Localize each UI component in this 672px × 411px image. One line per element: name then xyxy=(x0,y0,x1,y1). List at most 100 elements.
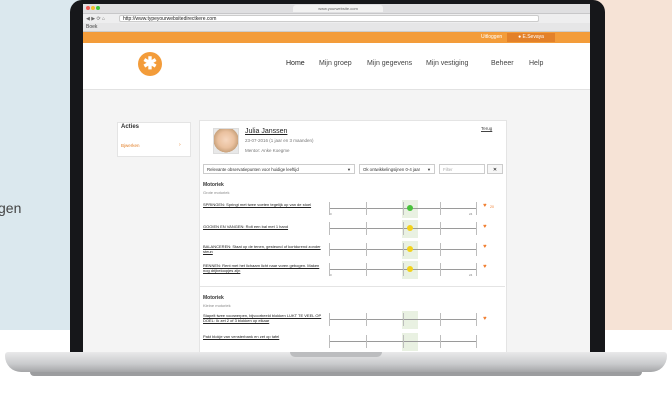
scale-tick xyxy=(366,263,367,276)
logout-link[interactable]: Uitloggen xyxy=(481,34,502,40)
laptop-foot xyxy=(30,372,642,376)
scale-tick xyxy=(476,335,477,348)
scale-start-label: 0 xyxy=(330,273,332,277)
scale-tick xyxy=(476,222,477,235)
scale-tick xyxy=(476,243,477,256)
heart-icon[interactable]: ♥ xyxy=(483,264,487,270)
scale-tick xyxy=(403,263,404,276)
yellow-marker-icon[interactable] xyxy=(407,225,413,231)
scale-tick xyxy=(440,243,441,256)
age-select[interactable]: Ok ontwikkelingsijnen 0-4 jaar ▼ xyxy=(359,164,435,174)
address-bar[interactable]: http://www.typeyourwebsitedirectkere.com xyxy=(119,15,539,22)
scale-end-label: 24 xyxy=(469,212,473,216)
scale-tick xyxy=(366,202,367,215)
bookmark-item[interactable]: Boek xyxy=(86,24,97,30)
observation-item[interactable]: Stapelt twee voorwerpen, bijvoorbeeld bl… xyxy=(203,313,325,323)
development-scale xyxy=(329,333,477,351)
section-title: Motoriek xyxy=(203,295,224,301)
development-scale: 0 24 xyxy=(329,261,477,279)
observation-item[interactable]: BALANCEREN: Staat op de tenen, gesteund … xyxy=(203,244,325,254)
minimize-icon[interactable] xyxy=(91,6,95,10)
close-icon[interactable] xyxy=(86,6,90,10)
window-controls[interactable] xyxy=(86,6,101,12)
browser-titlebar: www.yourwebsite.com xyxy=(83,4,590,14)
observation-item[interactable]: RENNEN: Rent met het lichaam licht naar … xyxy=(203,263,325,273)
scale-tick xyxy=(476,263,477,276)
chevron-right-icon[interactable]: › xyxy=(179,142,181,148)
yellow-marker-icon[interactable] xyxy=(407,246,413,252)
heart-icon[interactable]: ♥ xyxy=(483,244,487,250)
nav-mijn-gegevens[interactable]: Mijn gegevens xyxy=(367,60,412,67)
yellow-marker-icon[interactable] xyxy=(407,266,413,272)
scale-tick xyxy=(366,243,367,256)
nav-help[interactable]: Help xyxy=(529,60,543,67)
scale-tick xyxy=(403,202,404,215)
scale-band xyxy=(402,333,418,351)
scale-start-label: 0 xyxy=(330,212,332,216)
section-subtitle: Grote motoriek xyxy=(203,190,230,195)
nav-mijn-vestiging[interactable]: Mijn vestiging xyxy=(426,60,468,67)
heart-icon[interactable]: ♥ xyxy=(483,316,487,322)
scale-tick xyxy=(329,222,330,235)
child-mentor: Mentor: Anke Koegme xyxy=(245,148,290,153)
nav-beheer[interactable]: Beheer xyxy=(491,60,514,67)
scale-end-label: 24 xyxy=(469,273,473,277)
top-bar: Uitloggen ● E.Sevaya xyxy=(83,32,590,43)
scale-tick xyxy=(403,222,404,235)
scale-band xyxy=(402,311,418,329)
development-scale xyxy=(329,311,477,329)
scale-tick xyxy=(476,313,477,326)
chevron-down-icon: ▼ xyxy=(427,167,431,172)
scale-tick xyxy=(329,335,330,348)
observation-item[interactable]: GOOIEN EN VANGEN: Rolt een bal met 1 han… xyxy=(203,224,325,229)
avatar xyxy=(213,128,239,154)
actions-title: Acties xyxy=(121,124,140,130)
scale-tick xyxy=(366,313,367,326)
back-link[interactable]: Terug xyxy=(481,126,492,131)
user-name: E.Sevaya xyxy=(522,34,544,40)
main-nav: ✱ Home Mijn groep Mijn gegevens Mijn ves… xyxy=(83,43,590,90)
scale-tick xyxy=(403,243,404,256)
age-select-value: Ok ontwikkelingsijnen 0-4 jaar xyxy=(363,167,421,172)
maximize-icon[interactable] xyxy=(96,6,100,10)
scale-tick xyxy=(476,202,477,215)
scale-tick xyxy=(329,313,330,326)
section-title: Motoriek xyxy=(203,182,224,188)
scale-tick xyxy=(440,222,441,235)
observation-select-value: Relevante observatiepunten voor huidige … xyxy=(207,167,299,172)
logo-icon[interactable]: ✱ xyxy=(138,52,162,76)
scale-tick xyxy=(440,335,441,348)
section-divider xyxy=(199,286,505,287)
observation-select[interactable]: Relevante observatiepunten voor huidige … xyxy=(203,164,355,174)
browser-nav-icons[interactable]: ◀ ▶ ⟳ ⌂ xyxy=(86,16,105,22)
background-text: gen xyxy=(0,200,22,216)
scale-tick xyxy=(440,263,441,276)
development-scale: 0 24 xyxy=(329,200,477,218)
section-subtitle: Kleine motoriek xyxy=(203,303,231,308)
filter-input[interactable]: Filter xyxy=(439,164,485,174)
scale-tick xyxy=(329,243,330,256)
scale-tick xyxy=(440,202,441,215)
child-name[interactable]: Julia Janssen xyxy=(245,128,287,135)
scale-tick xyxy=(366,335,367,348)
browser-tab[interactable]: www.yourwebsite.com xyxy=(293,5,383,12)
bookmarks-bar: Boek xyxy=(83,23,590,32)
nav-home[interactable]: Home xyxy=(286,60,305,67)
observation-item[interactable]: Pakt blokje van vensterbank en zet op ta… xyxy=(203,334,325,339)
laptop-notch xyxy=(290,352,382,357)
nav-mijn-groep[interactable]: Mijn groep xyxy=(319,60,352,67)
laptop-screen: www.yourwebsite.com ◀ ▶ ⟳ ⌂ http://www.t… xyxy=(83,4,590,352)
clear-filter-button[interactable]: ✕ xyxy=(487,164,503,174)
heart-icon[interactable]: ♥ xyxy=(483,203,487,209)
edit-link[interactable]: Bjwerken xyxy=(121,143,140,148)
observation-item[interactable]: SPRINGEN: Springt met twee voeten tegeli… xyxy=(203,202,325,207)
development-scale xyxy=(329,220,477,238)
chevron-down-icon: ▼ xyxy=(347,167,351,172)
user-button[interactable]: ● E.Sevaya xyxy=(507,33,555,42)
child-dob: 23-07-2016 (1 jaar en 3 maanden) xyxy=(245,138,314,143)
green-marker-icon[interactable] xyxy=(407,205,413,211)
scale-tick xyxy=(403,335,404,348)
scale-tick xyxy=(403,313,404,326)
heart-icon[interactable]: ♥ xyxy=(483,224,487,230)
development-scale xyxy=(329,241,477,259)
